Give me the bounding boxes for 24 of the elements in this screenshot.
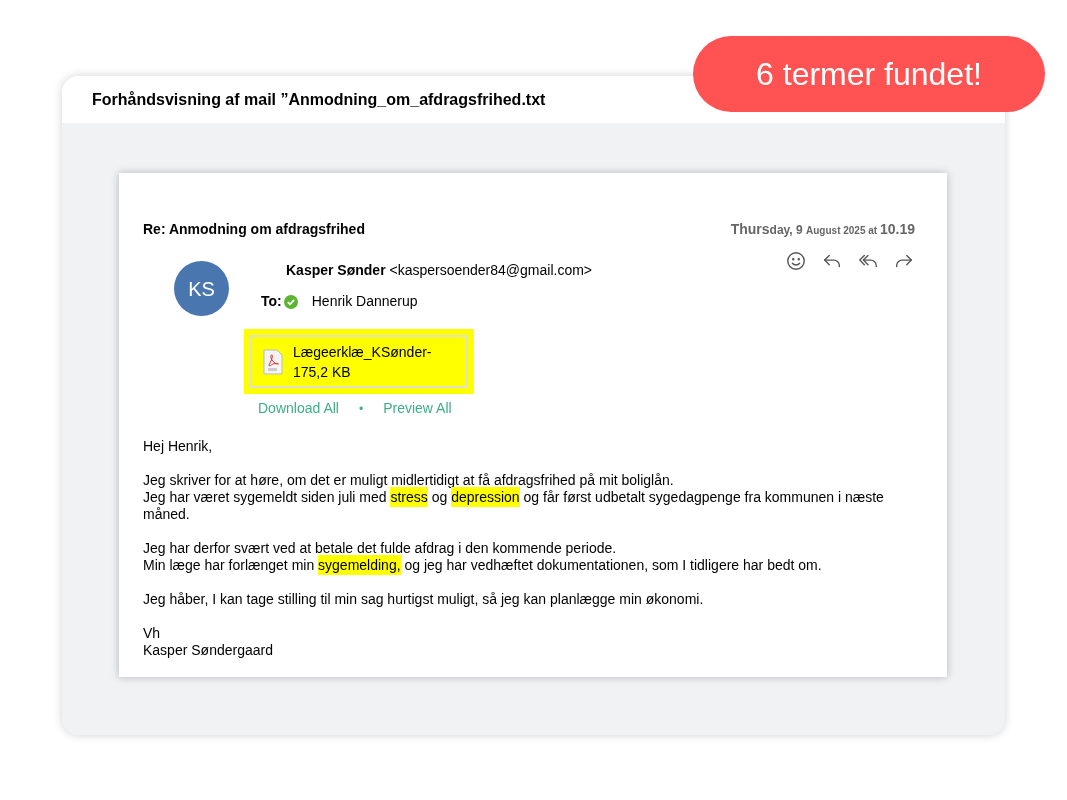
body-text: Jeg har været sygemeldt siden juli med stress og depression og får først udbetalt sygedagpenge fra kommunen i næste måned. [143,489,885,523]
email-date: Thursday, 9 August 2025 at 10.19 [730,220,915,239]
attachment-name: Lægeerklæ_KSønder- [293,342,432,362]
to-label: To: [261,292,282,311]
body-text: Jeg håber, I kan tage stilling til min sag hurtigst muligt, så jeg kan planlægge min økonomi. [143,591,705,608]
body-text: Jeg har derfor svært ved at betale det fulde afdrag i den kommende periode. [143,540,618,557]
attachment[interactable]: Lægeerklæ_KSønder- 175,2 KB [244,329,474,394]
emoji-icon[interactable] [785,250,807,272]
pdf-file-icon [263,348,283,375]
email-subject: Re: Anmodning om afdragsfrihed [143,220,365,239]
body-text: Vh [143,625,162,642]
window-title: Forhåndsvisning af mail ”Anmodning_om_afdragsfrihed.txt [92,89,546,110]
sender: Kasper Sønder <kaspersoender84@gmail.com> [286,262,593,278]
avatar: KS [174,261,229,316]
badge: 6 termer fundet! [693,36,1045,112]
body-text: Jeg skriver for at høre, om det er muligt midlertidigt at få afdragsfrihed på mit boliglån. [143,472,675,489]
download-all-link[interactable]: Download All [258,398,339,419]
preview-all-link[interactable]: Preview All [383,398,452,419]
body-text: Min læge har forlænget min sygemelding, og jeg har vedhæftet dokumentationen, som I tidligere har bedt om. [143,557,823,574]
attachment-size: 175,2 KB [293,362,352,382]
separator-dot: • [358,400,364,418]
body-text: Kasper Søndergaard [143,642,274,659]
body-text: Hej Henrik, [143,438,214,455]
recipient: Henrik Dannerup [311,292,418,311]
